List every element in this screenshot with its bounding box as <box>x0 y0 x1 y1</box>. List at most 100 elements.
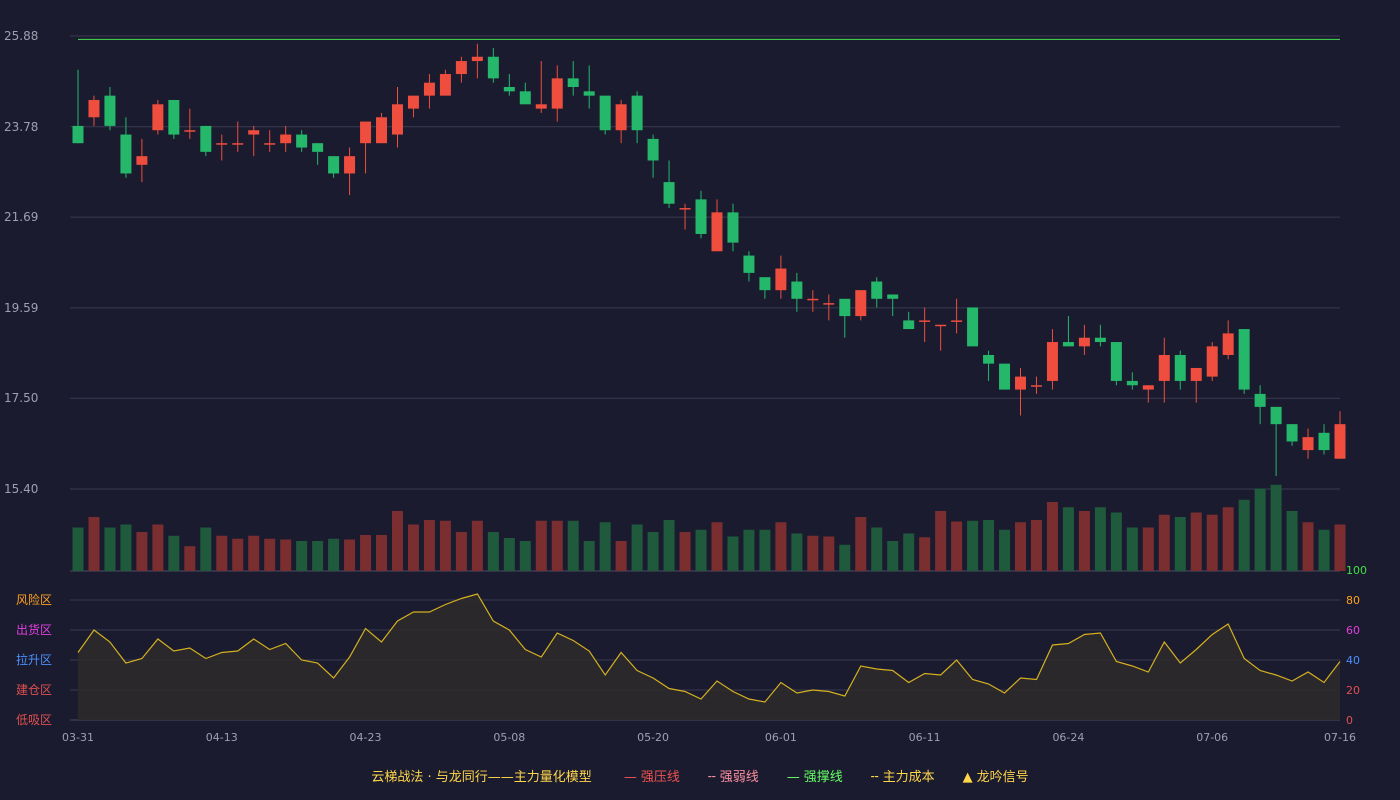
volume-bar <box>423 520 435 571</box>
volume-bar <box>455 532 467 571</box>
legend-label: 强弱线 <box>719 770 759 785</box>
candle-body <box>312 143 324 152</box>
candle-body <box>1190 367 1202 381</box>
volume-bar <box>391 511 403 571</box>
candle-body <box>663 182 675 204</box>
candle-body <box>1318 432 1330 451</box>
candle-body <box>1094 337 1106 343</box>
legend-item: — 强压线 <box>624 766 680 785</box>
volume-bar <box>1094 507 1106 571</box>
volume-bar <box>791 533 803 571</box>
candle-body <box>487 56 499 79</box>
volume-bar <box>120 524 132 571</box>
candle-body <box>791 281 803 299</box>
volume-bar <box>535 520 547 571</box>
oscillator-zone-label: 风险区 <box>16 592 52 607</box>
candle-body <box>1062 342 1074 347</box>
candle-body <box>647 138 659 161</box>
date-tick-label: 07-06 <box>1196 731 1228 744</box>
legend-symbol: ╌ <box>870 770 879 785</box>
candle-body <box>264 143 276 145</box>
volume-bar <box>503 538 515 571</box>
volume-bar <box>567 520 579 571</box>
oscillator-tick-label: 100 <box>1346 564 1367 577</box>
volume-bar <box>1222 507 1234 571</box>
date-tick-label: 06-01 <box>765 731 797 744</box>
volume-bar <box>823 536 835 571</box>
candle-body <box>1015 376 1027 390</box>
candle-body <box>711 212 723 252</box>
volume-bar <box>887 541 899 571</box>
legend-title: 云梯战法 · 与龙同行——主力量化模型 <box>371 770 592 785</box>
candle-body <box>391 104 403 135</box>
candle-body <box>1110 342 1122 381</box>
legend-item: ╌ 强弱线 <box>708 766 759 785</box>
volume-bar <box>1158 514 1170 571</box>
candle-body <box>743 255 755 273</box>
legend-label: 强撑线 <box>803 770 843 785</box>
candle-body <box>439 74 451 96</box>
candle-body <box>903 320 915 330</box>
candle-body <box>120 134 132 174</box>
volume-bar <box>599 522 611 571</box>
volume-bar <box>919 537 931 571</box>
date-tick-label: 05-20 <box>637 731 669 744</box>
candle-body <box>407 95 419 109</box>
candle-body <box>919 320 931 322</box>
candle-body <box>615 104 627 131</box>
candle-body <box>1238 329 1250 390</box>
volume-bar <box>983 520 995 571</box>
volume-bar <box>1206 514 1218 571</box>
candle-body <box>1254 393 1266 407</box>
volume-bar <box>344 539 356 571</box>
candle-body <box>935 324 947 327</box>
candle-body <box>503 87 515 92</box>
candle-body <box>104 95 116 126</box>
volume-bar <box>168 535 180 571</box>
candle-body <box>631 95 643 131</box>
candle-body <box>168 99 180 135</box>
volume-bar <box>1030 520 1042 571</box>
volume-bar <box>1254 488 1266 571</box>
volume-bar <box>280 539 292 571</box>
volume-bar <box>1286 511 1298 571</box>
volume-bar <box>759 529 771 571</box>
candle-body <box>344 156 356 174</box>
date-tick-label: 05-08 <box>493 731 525 744</box>
oscillator-tick-label: 80 <box>1346 594 1360 607</box>
volume-bar <box>407 524 419 571</box>
oscillator-zone-label: 拉升区 <box>16 652 52 667</box>
candle-body <box>535 104 547 109</box>
date-tick-label: 07-16 <box>1324 731 1356 744</box>
volume-bar <box>583 541 595 571</box>
legend-symbol: ▲ <box>962 770 973 785</box>
candle-body <box>1270 406 1282 425</box>
price-tick-label: 17.50 <box>4 391 38 405</box>
candle-body <box>583 91 595 96</box>
candle-body <box>216 143 228 145</box>
candle-body <box>807 298 819 301</box>
volume-bar <box>679 532 691 571</box>
volume-bar <box>312 541 324 571</box>
candle-body <box>423 82 435 96</box>
volume-bar <box>999 529 1011 571</box>
volume-bar <box>551 520 563 571</box>
volume-bar <box>1062 507 1074 571</box>
candle-body <box>839 298 851 317</box>
legend-symbol: — <box>786 770 800 785</box>
volume-bar <box>216 535 228 571</box>
volume-bar <box>152 524 164 571</box>
volume-bar <box>1302 522 1314 571</box>
volume-bar <box>647 532 659 571</box>
legend: 云梯战法 · 与龙同行——主力量化模型 — 强压线 ╌ 强弱线 — 强撑线 ╌ 主力成本 ▲ 龙吟… <box>0 766 1400 785</box>
volume-bar <box>1270 484 1282 571</box>
price-tick-label: 19.59 <box>4 301 38 315</box>
candle-body <box>871 281 883 299</box>
candle-body <box>152 104 164 131</box>
price-tick-label: 25.88 <box>4 29 38 43</box>
candle-body <box>759 277 771 291</box>
candle-body <box>983 355 995 364</box>
volume-bar <box>296 541 308 571</box>
volume-bar <box>1190 512 1202 571</box>
candle-body <box>999 363 1011 390</box>
